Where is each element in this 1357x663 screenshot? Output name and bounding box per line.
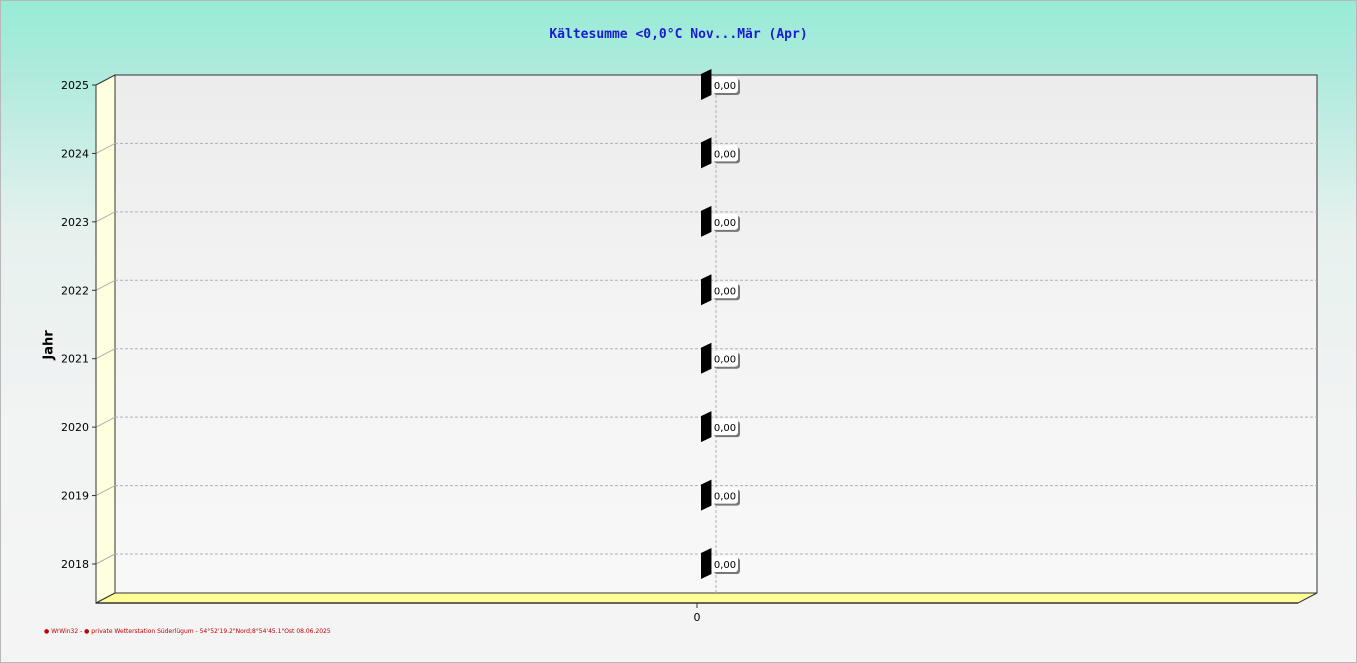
plot-area: 0 2025 0,00 2024 0,00 2023 0,00 2022 0,00 2021 0,0… [61,69,1318,624]
data-label: 0,00 [714,492,736,503]
side-wall [95,74,116,604]
y-tick-label: 2019 [61,490,89,503]
data-label: 0,00 [714,355,736,366]
y-tick-label: 2021 [61,353,89,366]
y-tick-label: 2024 [61,147,89,160]
y-tick-label: 2018 [61,558,89,571]
y-tick-label: 2022 [61,284,89,297]
data-label: 0,00 [714,286,736,297]
data-label: 0,00 [714,149,736,160]
data-label: 0,00 [714,218,736,229]
floor [95,592,1318,604]
y-tick-label: 2023 [61,216,89,229]
data-label: 0,00 [714,423,736,434]
data-label: 0,00 [714,560,736,571]
y-tick-label: 2025 [61,79,89,92]
y-tick-label: 2020 [61,421,89,434]
x-tick-label: 0 [694,611,701,624]
footer-credits: ● WrWin32 - ● private Wetterstation Süde… [44,628,331,635]
data-label: 0,00 [714,81,736,92]
